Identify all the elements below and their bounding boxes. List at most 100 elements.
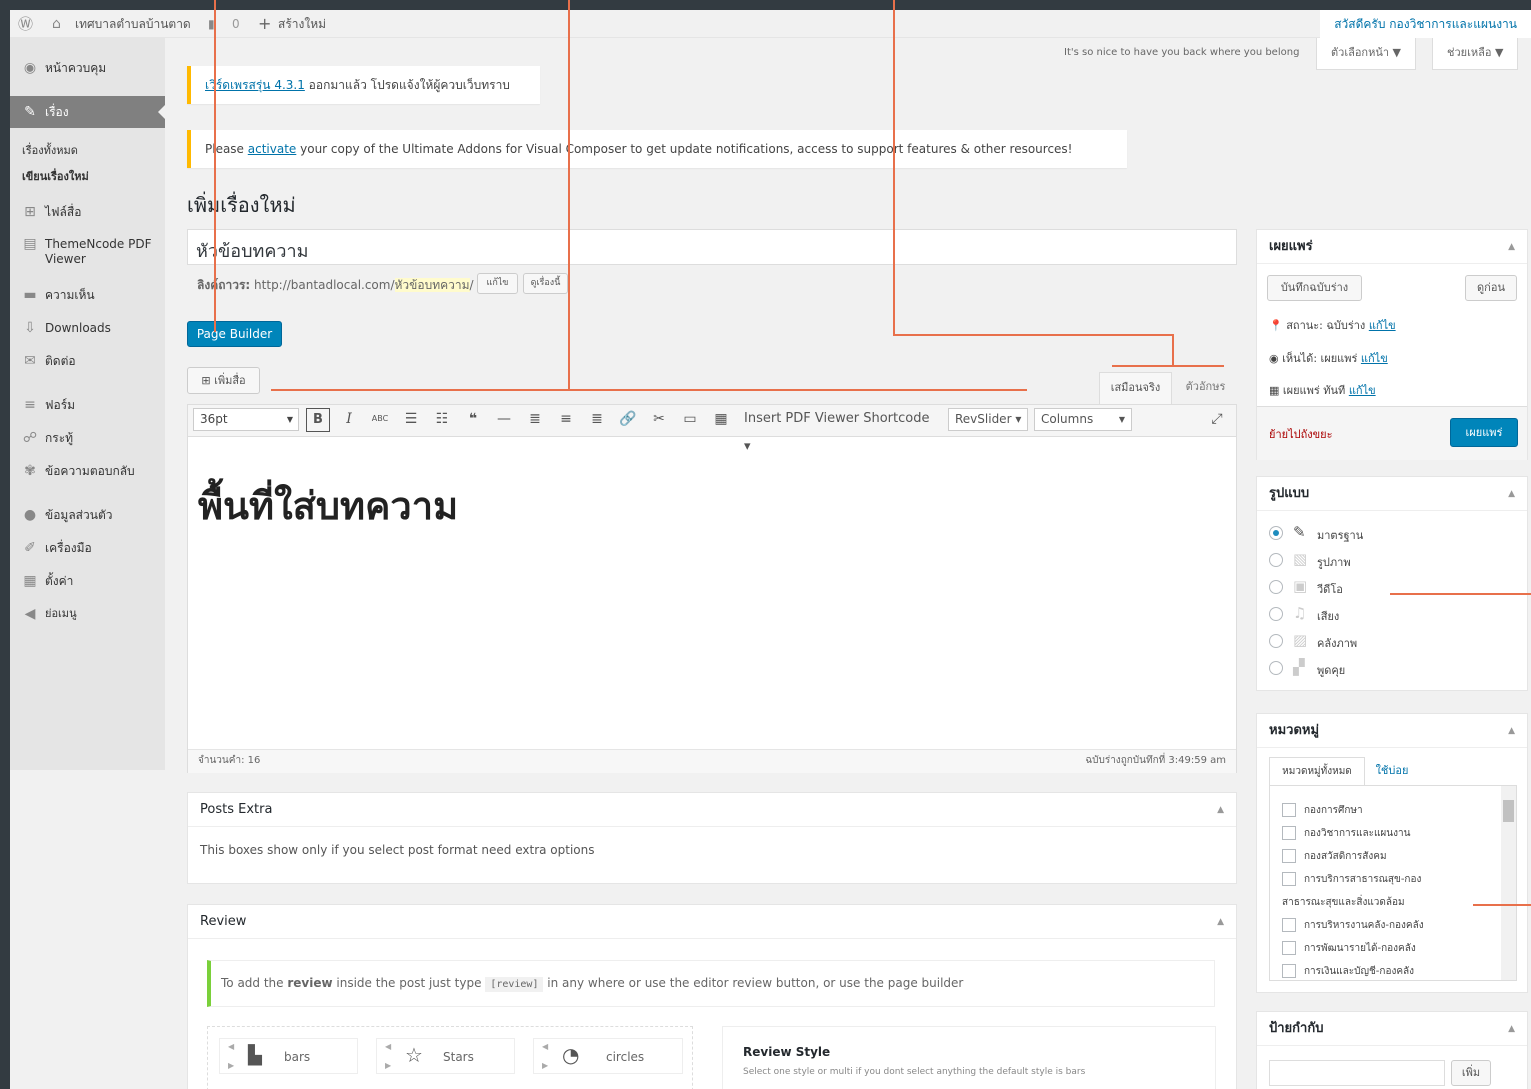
sidebar-item-profile[interactable]: ● ข้อมูลส่วนตัว [10, 500, 165, 530]
bullet-list-icon[interactable]: ☰ [400, 405, 422, 433]
review-style-stars[interactable]: ◀ ▶ ☆ Stars [376, 1038, 515, 1074]
tab-text[interactable]: ตัวอักษร [1174, 372, 1237, 405]
horizontal-line-icon[interactable]: — [493, 405, 515, 433]
page-builder-button[interactable]: Page Builder [187, 321, 282, 347]
word-count: จำนวนคำ: 16 [198, 755, 261, 766]
toggle-arrow-icon[interactable]: ▲ [1508, 714, 1515, 748]
font-size-select[interactable]: 36pt ▼ [193, 408, 299, 431]
categories-header[interactable]: หมวดหมู่ ▲ [1257, 714, 1527, 748]
category-list: กองการศึกษา กองวิชาการและแผนงาน กองสวัสด… [1269, 785, 1517, 981]
fullscreen-icon[interactable]: ⤢ [1206, 405, 1228, 433]
sidebar-item-media[interactable]: ⊞ ไฟล์สื่อ [10, 197, 165, 227]
category-checkbox[interactable] [1282, 964, 1296, 978]
sidebar-item-posts[interactable]: ✎ เรื่อง [10, 96, 166, 128]
review-header[interactable]: Review ▲ [188, 905, 1236, 939]
review-style-bars[interactable]: ◀ ▶ ▙ bars [219, 1038, 358, 1074]
posts-extra-box: Posts Extra ▲ This boxes show only if you… [187, 792, 1237, 884]
toggle-arrow-icon[interactable]: ▲ [1217, 793, 1224, 827]
category-checkbox[interactable] [1282, 826, 1296, 840]
format-radio-image[interactable] [1269, 553, 1283, 567]
view-post-button[interactable]: ดูเรื่องนี้ [523, 273, 568, 294]
site-name-link[interactable]: เทศบาลตำบลบ้านตาด [75, 10, 191, 38]
update-link[interactable]: เวิร์ดเพรสรุ่น 4.3.1 [205, 78, 305, 92]
wordpress-logo-icon[interactable]: Ⓦ [18, 10, 33, 38]
numbered-list-icon[interactable]: ☷ [431, 405, 453, 433]
sidebar-sub-all-posts[interactable]: เรื่องทั้งหมด [22, 141, 78, 159]
visibility-edit-link[interactable]: แก้ไข [1361, 352, 1388, 365]
sidebar-item-tools[interactable]: ✐ เครื่องมือ [10, 533, 165, 563]
pin-icon: ✎ [1293, 523, 1306, 541]
howdy-user-menu[interactable]: สวัสดีครับ กองวิชาการและแผนงาน [1320, 10, 1531, 38]
publish-actions: ย้ายไปถังขยะ เผยแพร่ [1257, 406, 1527, 460]
tags-header[interactable]: ป้ายกำกับ ▲ [1257, 1012, 1527, 1046]
italic-icon[interactable]: I [338, 405, 360, 433]
blockquote-icon[interactable]: ❝ [462, 405, 484, 433]
scrollbar-thumb[interactable] [1503, 800, 1514, 822]
toolbar-toggle-icon[interactable]: ▦ [710, 405, 732, 433]
align-right-icon[interactable]: ≣ [586, 405, 608, 433]
sidebar-sub-new-post[interactable]: เขียนเรื่องใหม่ [22, 167, 89, 185]
permalink-edit-button[interactable]: แก้ไข [477, 273, 518, 294]
comments-count[interactable]: 0 [232, 10, 240, 38]
category-checkbox[interactable] [1282, 941, 1296, 955]
read-more-icon[interactable]: ▭ [679, 405, 701, 433]
category-scrollbar[interactable] [1501, 786, 1516, 980]
calendar-icon: ▦ [1269, 384, 1283, 397]
category-checkbox[interactable] [1282, 918, 1296, 932]
sidebar-item-contact[interactable]: ✉ ติดต่อ [10, 346, 165, 376]
format-radio-video[interactable] [1269, 580, 1283, 594]
visibility-row: ◉ เห็นได้: เผยแพร่ แก้ไข [1269, 352, 1388, 365]
tab-all-categories[interactable]: หมวดหมู่ทั้งหมด [1269, 757, 1365, 786]
columns-select[interactable]: Columns ▼ [1034, 408, 1132, 431]
align-center-icon[interactable]: ≡ [555, 405, 577, 433]
add-tag-button[interactable]: เพิ่ม [1451, 1060, 1491, 1086]
category-checkbox[interactable] [1282, 849, 1296, 863]
toggle-arrow-icon[interactable]: ▲ [1508, 477, 1515, 511]
publish-button[interactable]: เผยแพร่ [1450, 418, 1518, 447]
sidebar-item-comments[interactable]: ▬ ความเห็น [10, 280, 165, 310]
toggle-arrow-icon[interactable]: ▲ [1508, 1012, 1515, 1046]
sidebar-item-pdf-viewer[interactable]: ▤ ThemeNcode PDF Viewer [10, 233, 165, 269]
post-title-input[interactable]: หัวข้อบทความ [187, 229, 1237, 265]
trash-link[interactable]: ย้ายไปถังขยะ [1269, 425, 1333, 443]
revslider-button[interactable]: RevSlider ▾ [948, 408, 1028, 431]
format-radio-gallery[interactable] [1269, 634, 1283, 648]
align-left-icon[interactable]: ≣ [524, 405, 546, 433]
bold-icon[interactable]: B [306, 408, 330, 432]
review-style-circles[interactable]: ◀ ▶ ◔ circles [533, 1038, 683, 1074]
activate-link[interactable]: activate [248, 142, 297, 156]
status-edit-link[interactable]: แก้ไข [1369, 319, 1396, 332]
tab-visual[interactable]: เสมือนจริง [1099, 372, 1172, 405]
schedule-edit-link[interactable]: แก้ไข [1349, 384, 1376, 397]
sidebar-item-downloads[interactable]: ⇩ Downloads [10, 313, 165, 343]
add-media-button[interactable]: ⊞ เพิ่มสื่อ [187, 367, 260, 394]
sidebar-item-forms[interactable]: ≡ ฟอร์ม [10, 390, 165, 420]
format-radio-audio[interactable] [1269, 607, 1283, 621]
screen-options-tab[interactable]: ตัวเลือกหน้า ▼ [1316, 38, 1416, 70]
format-radio-standard[interactable] [1269, 526, 1283, 540]
tag-input[interactable] [1269, 1060, 1445, 1086]
editor-content[interactable]: พื้นที่ใส่บทความ [198, 475, 458, 536]
strikethrough-icon[interactable]: ABC [369, 405, 391, 433]
sidebar-item-collapse[interactable]: ◀ ย่อเมนู [10, 599, 165, 629]
sidebar-item-replies[interactable]: ✾ ข้อความตอบกลับ [10, 456, 165, 486]
format-header[interactable]: รูปแบบ ▲ [1257, 477, 1527, 511]
posts-extra-header[interactable]: Posts Extra ▲ [188, 793, 1236, 827]
sidebar-item-dashboard[interactable]: ◉ หน้าควบคุม [10, 53, 165, 83]
category-checkbox[interactable] [1282, 872, 1296, 886]
sidebar-item-settings[interactable]: ▦ ตั้งค่า [10, 566, 165, 596]
pdf-shortcode-button[interactable]: Insert PDF Viewer Shortcode ▾ [744, 405, 939, 454]
sidebar-item-forums[interactable]: ☍ กระทู้ [10, 423, 165, 453]
toggle-arrow-icon[interactable]: ▲ [1508, 230, 1515, 264]
toggle-arrow-icon[interactable]: ▲ [1217, 905, 1224, 939]
unlink-icon[interactable]: ✂ [648, 405, 670, 433]
preview-button[interactable]: ดูก่อน [1465, 275, 1517, 301]
publish-header[interactable]: เผยแพร่ ▲ [1257, 230, 1527, 264]
tab-popular-categories[interactable]: ใช้บ่อย [1367, 757, 1417, 786]
category-checkbox[interactable] [1282, 803, 1296, 817]
link-icon[interactable]: 🔗 [617, 405, 639, 433]
save-draft-button[interactable]: บันทึกฉบับร่าง [1267, 275, 1362, 301]
format-radio-chat[interactable] [1269, 661, 1283, 675]
new-content-link[interactable]: สร้างใหม่ [278, 10, 326, 38]
help-tab[interactable]: ช่วยเหลือ ▼ [1432, 38, 1519, 70]
